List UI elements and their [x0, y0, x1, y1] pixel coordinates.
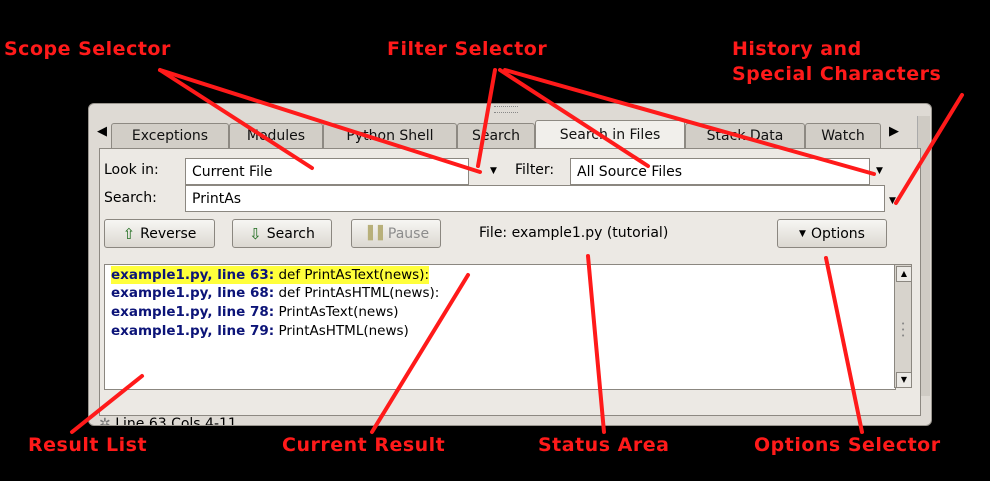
callout-options-selector: Options Selector	[754, 434, 941, 456]
filter-label: Filter:	[515, 162, 555, 178]
look-in-label: Look in:	[104, 162, 159, 178]
tab-search[interactable]: Search	[457, 123, 535, 148]
result-row[interactable]: example1.py, line 79: PrintAsHTML(news)	[111, 322, 409, 340]
result-row[interactable]: example1.py, line 68: def PrintAsHTML(ne…	[111, 284, 439, 302]
callout-filter-selector: Filter Selector	[387, 38, 548, 60]
result-text: PrintAsHTML(news)	[274, 323, 409, 339]
result-location: example1.py, line 78:	[111, 304, 275, 320]
cursor-position: Line 63 Cols 4-11	[115, 416, 237, 426]
search-button-label: Search	[266, 225, 315, 242]
arrow-up-icon: ⇧	[122, 224, 136, 243]
pause-button[interactable]: ▐▐ Pause	[351, 219, 441, 248]
scrollbar-grip-icon: • • •	[901, 320, 906, 340]
callout-scope-selector: Scope Selector	[4, 38, 171, 60]
callout-result-list: Result List	[28, 434, 148, 456]
pause-icon: ▐▐	[362, 226, 383, 241]
scroll-down-icon[interactable]: ▼	[896, 372, 912, 388]
chevron-down-icon: ▼	[799, 228, 806, 239]
pause-button-label: Pause	[387, 225, 430, 242]
result-text: def PrintAsText(news):	[274, 267, 430, 283]
editor-status-line: ✲ Line 63 Cols 4-11	[99, 416, 237, 426]
options-button[interactable]: ▼ Options	[777, 219, 887, 248]
tab-exceptions[interactable]: Exceptions	[111, 123, 229, 148]
result-location: example1.py, line 68:	[111, 285, 275, 301]
result-text: def PrintAsHTML(news):	[274, 285, 440, 301]
reverse-button-label: Reverse	[140, 225, 197, 242]
callout-status-area: Status Area	[538, 434, 670, 456]
tab-watch[interactable]: Watch	[805, 123, 881, 148]
tab-search-in-files[interactable]: Search in Files	[535, 120, 685, 149]
filter-dropdown-icon[interactable]: ▼	[876, 166, 883, 176]
look-in-combo[interactable]: Current File	[185, 158, 469, 185]
tab-stack-data[interactable]: Stack Data	[685, 123, 805, 148]
filter-combo[interactable]: All Source Files	[570, 158, 870, 185]
tab-bar: ◀ Exceptions Modules Python Shell Search…	[89, 120, 931, 149]
result-row[interactable]: example1.py, line 78: PrintAsText(news)	[111, 303, 399, 321]
cursor-icon: ✲	[99, 416, 116, 426]
filter-value: All Source Files	[577, 163, 683, 180]
status-area: File: example1.py (tutorial)	[479, 225, 669, 241]
history-dropdown-icon[interactable]: ▼	[889, 196, 896, 206]
result-text: PrintAsText(news)	[274, 304, 399, 320]
search-input[interactable]: PrintAs	[185, 185, 885, 212]
callout-current-result: Current Result	[282, 434, 446, 456]
result-location: example1.py, line 79:	[111, 323, 275, 339]
search-in-files-content: Look in: Current File ▼ Filter: All Sour…	[99, 148, 921, 416]
result-row-current[interactable]: example1.py, line 63: def PrintAsText(ne…	[111, 266, 430, 284]
tab-scroll-left-icon[interactable]: ◀	[97, 124, 107, 139]
result-list[interactable]: example1.py, line 63: def PrintAsText(ne…	[104, 264, 896, 390]
arrow-down-icon: ⇩	[249, 224, 262, 243]
tab-python-shell[interactable]: Python Shell	[323, 123, 457, 148]
search-in-files-panel: ◀ Exceptions Modules Python Shell Search…	[88, 103, 932, 426]
options-button-label: Options	[810, 225, 865, 242]
result-location: example1.py, line 63:	[111, 267, 275, 283]
reverse-button[interactable]: ⇧ Reverse	[104, 219, 215, 248]
search-value: PrintAs	[192, 190, 242, 207]
search-label: Search:	[104, 190, 157, 206]
tab-modules[interactable]: Modules	[229, 123, 323, 148]
look-in-value: Current File	[192, 163, 273, 180]
panel-drag-grip[interactable]	[494, 106, 518, 113]
scope-dropdown-icon[interactable]: ▼	[490, 166, 497, 176]
tab-scroll-right-icon[interactable]: ▶	[889, 124, 899, 139]
search-button[interactable]: ⇩ Search	[232, 219, 332, 248]
result-list-scrollbar[interactable]: ▲ • • • ▼	[894, 264, 912, 388]
scroll-up-icon[interactable]: ▲	[896, 266, 912, 282]
callout-history-line2: Special Characters	[732, 63, 942, 85]
callout-history-line1: History and	[732, 38, 862, 60]
